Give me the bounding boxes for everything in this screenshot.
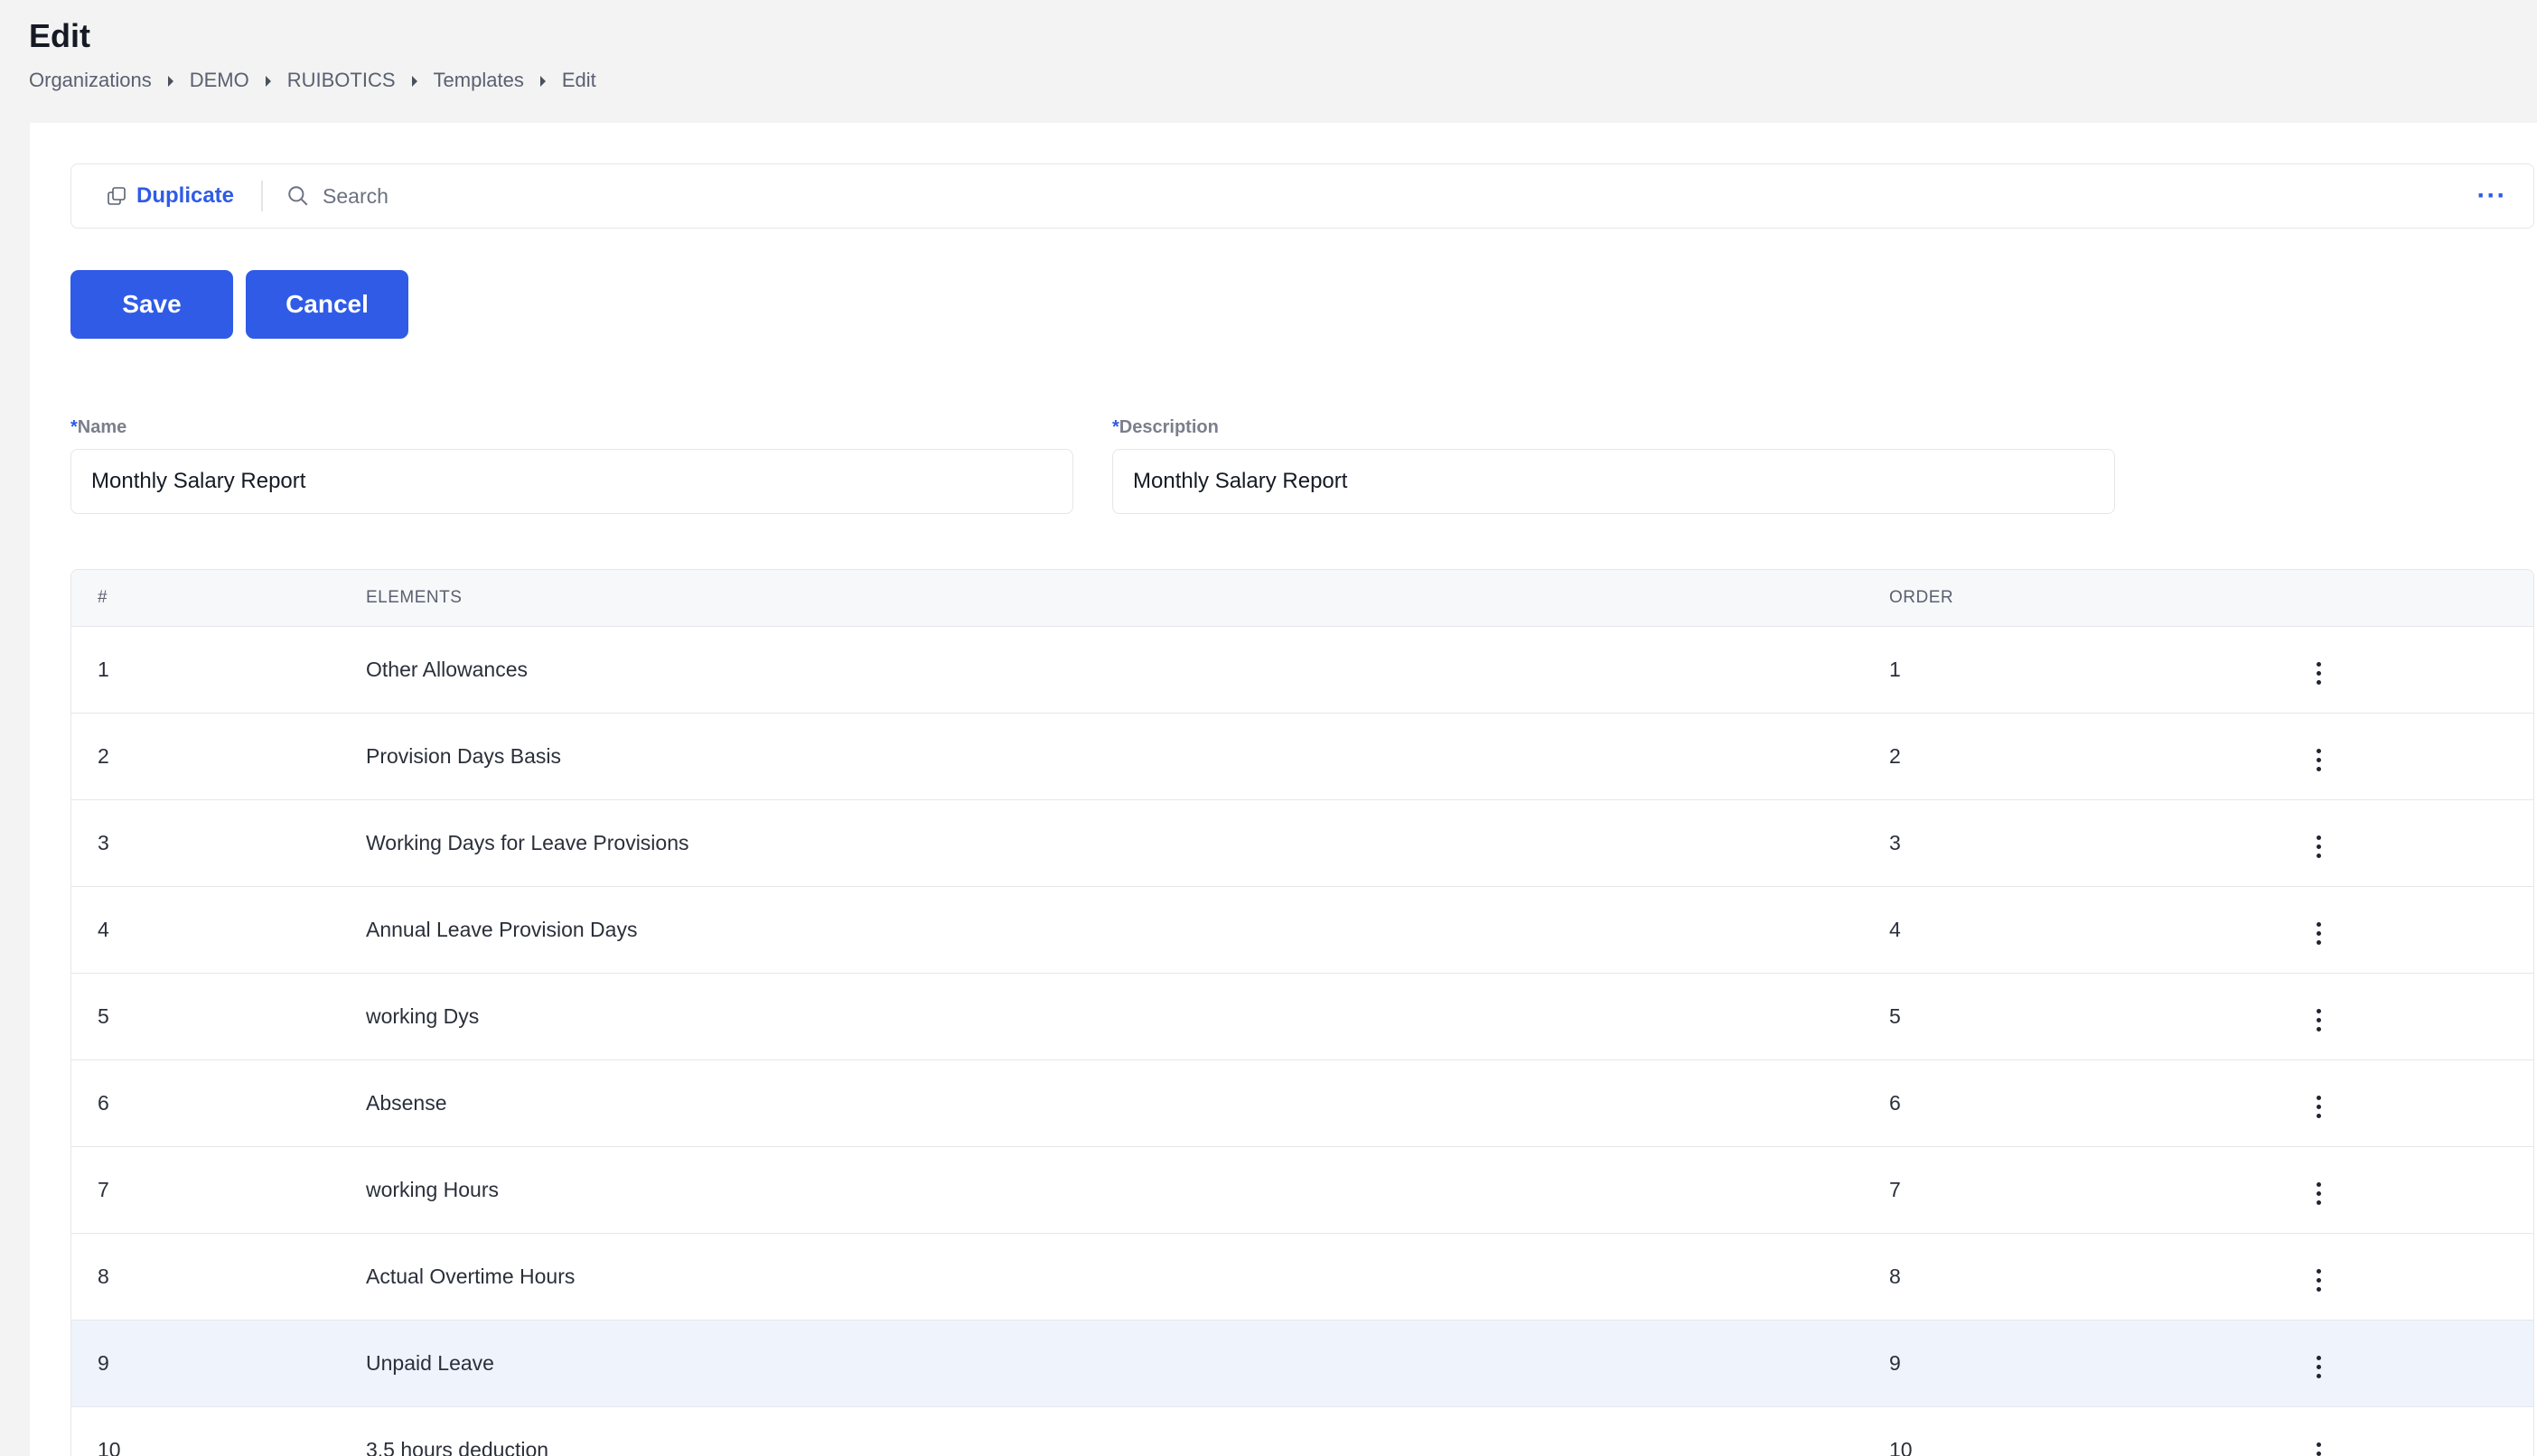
name-label: *Name bbox=[70, 417, 1073, 438]
breadcrumb-ruibotics[interactable]: RUIBOTICS bbox=[287, 69, 396, 92]
row-number: 6 bbox=[71, 1059, 366, 1147]
table-row[interactable]: 10 3.5 hours deduction 10 bbox=[71, 1406, 2533, 1456]
row-order: 7 bbox=[1889, 1146, 2305, 1234]
duplicate-label: Duplicate bbox=[136, 183, 235, 208]
toolbar: Duplicate ··· bbox=[70, 163, 2534, 229]
row-number: 5 bbox=[71, 973, 366, 1060]
row-order: 1 bbox=[1889, 626, 2305, 714]
table-row[interactable]: 4 Annual Leave Provision Days 4 bbox=[71, 886, 2533, 974]
breadcrumb-organizations[interactable]: Organizations bbox=[29, 69, 152, 92]
page-title: Edit bbox=[29, 17, 90, 54]
row-order: 3 bbox=[1889, 799, 2305, 887]
row-element: Other Allowances bbox=[366, 626, 1889, 714]
chevron-right-icon bbox=[524, 71, 562, 90]
table-row[interactable]: 2 Provision Days Basis 2 bbox=[71, 713, 2533, 800]
required-marker: * bbox=[70, 417, 78, 437]
more-vertical-icon[interactable] bbox=[2305, 1089, 2332, 1125]
table-row-highlighted[interactable]: 9 Unpaid Leave 9 bbox=[71, 1320, 2533, 1407]
more-vertical-icon[interactable] bbox=[2305, 742, 2332, 779]
page-header: Edit Organizations DEMO RUIBOTICS Templa… bbox=[29, 13, 2501, 92]
required-marker: * bbox=[1112, 417, 1119, 437]
form-actions: Save Cancel bbox=[70, 270, 408, 339]
row-element: Absense bbox=[366, 1059, 1889, 1147]
row-element: working Hours bbox=[366, 1146, 1889, 1234]
row-order: 5 bbox=[1889, 973, 2305, 1060]
chevron-right-icon bbox=[152, 71, 190, 90]
table-row[interactable]: 5 working Dys 5 bbox=[71, 973, 2533, 1060]
row-number: 10 bbox=[71, 1406, 366, 1456]
row-number: 1 bbox=[71, 626, 366, 714]
column-header-actions bbox=[2305, 570, 2533, 627]
chevron-right-icon bbox=[249, 71, 287, 90]
row-number: 3 bbox=[71, 799, 366, 887]
search-icon bbox=[288, 186, 308, 206]
row-order: 2 bbox=[1889, 713, 2305, 800]
more-vertical-icon[interactable] bbox=[2305, 829, 2332, 865]
row-number: 8 bbox=[71, 1233, 366, 1321]
more-vertical-icon[interactable] bbox=[2305, 916, 2332, 952]
row-number: 7 bbox=[71, 1146, 366, 1234]
column-header-number: # bbox=[71, 570, 366, 627]
row-number: 4 bbox=[71, 886, 366, 974]
row-number: 9 bbox=[71, 1320, 366, 1407]
search-box bbox=[263, 164, 2465, 228]
copy-icon bbox=[108, 187, 126, 205]
description-input[interactable] bbox=[1112, 449, 2115, 514]
row-element: Actual Overtime Hours bbox=[366, 1233, 1889, 1321]
row-element: Unpaid Leave bbox=[366, 1320, 1889, 1407]
more-vertical-icon[interactable] bbox=[2305, 1003, 2332, 1039]
name-field: *Name bbox=[70, 417, 1073, 514]
row-order: 6 bbox=[1889, 1059, 2305, 1147]
table-header-row: # ELEMENTS ORDER bbox=[71, 570, 2533, 627]
row-number: 2 bbox=[71, 713, 366, 800]
table-row[interactable]: 7 working Hours 7 bbox=[71, 1146, 2533, 1234]
save-button[interactable]: Save bbox=[70, 270, 233, 339]
row-element: Working Days for Leave Provisions bbox=[366, 799, 1889, 887]
search-input[interactable] bbox=[321, 182, 867, 210]
row-element: 3.5 hours deduction bbox=[366, 1406, 1889, 1456]
cancel-button[interactable]: Cancel bbox=[246, 270, 408, 339]
row-order: 10 bbox=[1889, 1406, 2305, 1456]
row-element: Provision Days Basis bbox=[366, 713, 1889, 800]
more-vertical-icon[interactable] bbox=[2305, 656, 2332, 692]
description-label-text: Description bbox=[1119, 417, 1219, 437]
description-field: *Description bbox=[1112, 417, 2115, 514]
more-vertical-icon[interactable] bbox=[2305, 1349, 2332, 1386]
breadcrumb-templates[interactable]: Templates bbox=[434, 69, 524, 92]
more-vertical-icon[interactable] bbox=[2305, 1263, 2332, 1299]
elements-table: # ELEMENTS ORDER 1 Other Allowances 1 2 … bbox=[70, 569, 2534, 1456]
row-order: 8 bbox=[1889, 1233, 2305, 1321]
breadcrumb-demo[interactable]: DEMO bbox=[190, 69, 249, 92]
column-header-elements: ELEMENTS bbox=[366, 570, 1889, 627]
duplicate-button[interactable]: Duplicate bbox=[71, 164, 261, 228]
row-element: Annual Leave Provision Days bbox=[366, 886, 1889, 974]
column-header-order: ORDER bbox=[1889, 570, 2305, 627]
content-panel: Duplicate ··· Save Cancel *Name *Descrip… bbox=[30, 123, 2537, 1456]
table-row[interactable]: 1 Other Allowances 1 bbox=[71, 626, 2533, 714]
row-order: 4 bbox=[1889, 886, 2305, 974]
table-row[interactable]: 8 Actual Overtime Hours 8 bbox=[71, 1233, 2533, 1321]
more-horizontal-icon[interactable]: ··· bbox=[2465, 164, 2519, 228]
name-input[interactable] bbox=[70, 449, 1073, 514]
more-vertical-icon[interactable] bbox=[2305, 1176, 2332, 1212]
table-row[interactable]: 3 Working Days for Leave Provisions 3 bbox=[71, 799, 2533, 887]
description-label: *Description bbox=[1112, 417, 2115, 438]
row-order: 9 bbox=[1889, 1320, 2305, 1407]
chevron-right-icon bbox=[396, 71, 434, 90]
more-vertical-icon[interactable] bbox=[2305, 1436, 2332, 1456]
breadcrumb: Organizations DEMO RUIBOTICS Templates E… bbox=[29, 69, 2501, 92]
name-label-text: Name bbox=[77, 417, 127, 437]
breadcrumb-edit: Edit bbox=[561, 69, 596, 91]
row-element: working Dys bbox=[366, 973, 1889, 1060]
table-row[interactable]: 6 Absense 6 bbox=[71, 1059, 2533, 1147]
